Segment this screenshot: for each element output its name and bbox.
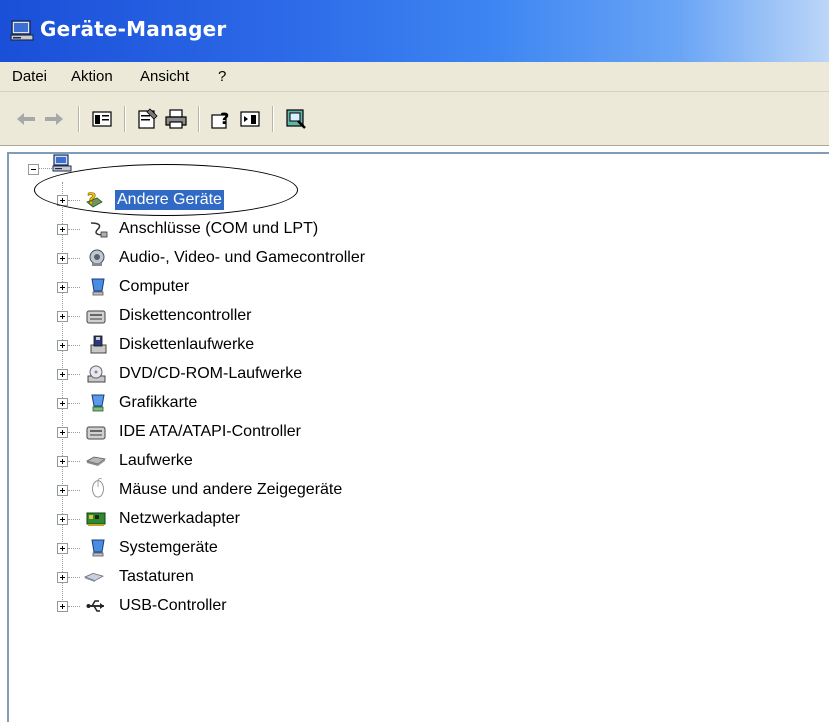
expand-toggle-grafikkarte[interactable] [57, 398, 68, 409]
expand-toggle-tastaturen[interactable] [57, 572, 68, 583]
port-icon [90, 222, 108, 238]
tree-connector [68, 374, 80, 375]
scan-hardware-icon[interactable] [284, 107, 308, 131]
expand-toggle-diskettenlaufwerke[interactable] [57, 340, 68, 351]
display-adapter-icon [91, 394, 105, 412]
menu-item-aktion[interactable]: Aktion [71, 68, 113, 85]
tree-item-andere-geraete[interactable]: Andere Geräte [115, 190, 224, 210]
computer-device-icon [91, 278, 105, 296]
tree-connector [68, 316, 80, 317]
speaker-icon [89, 249, 105, 266]
disk-controller-icon [86, 310, 106, 324]
toolbar-separator [198, 106, 200, 132]
ide-controller-icon [86, 426, 106, 440]
tree-item-usb-controller[interactable]: USB-Controller [117, 596, 229, 616]
tree-connector [68, 461, 80, 462]
back-arrow-icon[interactable] [14, 107, 38, 131]
tree-item-ide-controller[interactable]: IDE ATA/ATAPI-Controller [117, 422, 303, 442]
tree-connector [68, 229, 80, 230]
expand-toggle-computer[interactable] [57, 282, 68, 293]
toolbar-separator [78, 106, 80, 132]
toolbar-separator [124, 106, 126, 132]
tree-connector [68, 606, 80, 607]
tree-connector [68, 258, 80, 259]
menu-item-help[interactable]: ? [218, 68, 226, 85]
computer-icon[interactable] [52, 154, 72, 174]
floppy-drive-icon [90, 335, 107, 354]
expand-toggle-netzwerkadapter[interactable] [57, 514, 68, 525]
tree-connector [68, 519, 80, 520]
cd-rom-icon [87, 365, 106, 383]
tree-connector [68, 200, 80, 201]
tree-item-laufwerke[interactable]: Laufwerke [117, 451, 195, 471]
expand-toggle-audio[interactable] [57, 253, 68, 264]
tree-item-computer[interactable]: Computer [117, 277, 191, 297]
tree-connector [68, 577, 80, 578]
expand-toggle-maeuse[interactable] [57, 485, 68, 496]
title-bar[interactable]: Geräte-Manager [0, 0, 829, 62]
show-hide-action-pane-icon[interactable] [238, 107, 262, 131]
tree-connector [68, 490, 80, 491]
tree-connector [68, 432, 80, 433]
forward-arrow-icon[interactable] [42, 107, 66, 131]
expand-toggle-systemgeraete[interactable] [57, 543, 68, 554]
tree-item-audio[interactable]: Audio-, Video- und Gamecontroller [117, 248, 367, 268]
toolbar: ? [0, 92, 829, 146]
tree-item-netzwerkadapter[interactable]: Netzwerkadapter [117, 509, 242, 529]
mouse-icon [92, 478, 104, 498]
expand-toggle-anschluesse[interactable] [57, 224, 68, 235]
expand-toggle-diskettencontroller[interactable] [57, 311, 68, 322]
menu-bar: Datei Aktion Ansicht ? [0, 62, 829, 92]
properties-icon[interactable] [136, 107, 160, 131]
keyboard-icon [84, 572, 104, 582]
expand-toggle-dvd-cd-rom[interactable] [57, 369, 68, 380]
tree-connector [68, 403, 80, 404]
expand-toggle-usb-controller[interactable] [57, 601, 68, 612]
hard-drive-icon [86, 456, 106, 466]
show-hide-console-tree-icon[interactable] [90, 107, 114, 131]
device-manager-icon [10, 20, 34, 41]
help-icon[interactable]: ? [210, 107, 234, 131]
network-adapter-icon [86, 512, 106, 526]
expand-toggle-laufwerke[interactable] [57, 456, 68, 467]
tree-item-tastaturen[interactable]: Tastaturen [117, 567, 196, 587]
tree-item-diskettenlaufwerke[interactable]: Diskettenlaufwerke [117, 335, 256, 355]
print-icon[interactable] [164, 107, 188, 131]
system-device-icon [91, 539, 105, 557]
svg-text:?: ? [87, 190, 96, 208]
window-title: Geräte-Manager [40, 17, 227, 41]
tree-item-grafikkarte[interactable]: Grafikkarte [117, 393, 199, 413]
menu-item-datei[interactable]: Datei [12, 68, 47, 85]
svg-text:?: ? [220, 109, 229, 128]
tree-item-maeuse[interactable]: Mäuse und andere Zeigegeräte [117, 480, 344, 500]
root-collapse-toggle[interactable] [28, 164, 39, 175]
menu-item-ansicht[interactable]: Ansicht [140, 68, 189, 85]
usb-icon [86, 600, 104, 612]
expand-toggle-ide-controller[interactable] [57, 427, 68, 438]
tree-item-diskettencontroller[interactable]: Diskettencontroller [117, 306, 254, 326]
tree-connector [38, 168, 52, 169]
tree-connector [68, 287, 80, 288]
tree-item-anschluesse[interactable]: Anschlüsse (COM und LPT) [117, 219, 320, 239]
tree-item-systemgeraete[interactable]: Systemgeräte [117, 538, 220, 558]
expand-toggle-andere-geraete[interactable] [57, 195, 68, 206]
tree-item-dvd-cd-rom[interactable]: DVD/CD-ROM-Laufwerke [117, 364, 304, 384]
toolbar-separator [272, 106, 274, 132]
tree-connector [68, 345, 80, 346]
unknown-device-icon: ? [86, 190, 103, 208]
tree-connector [68, 548, 80, 549]
